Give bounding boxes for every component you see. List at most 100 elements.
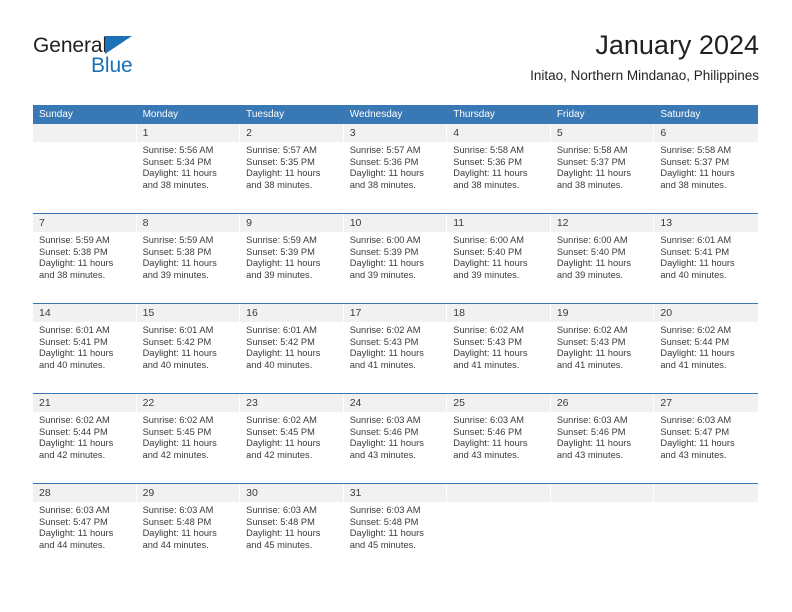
day-cell-7[interactable]: Sunrise: 5:59 AM Sunset: 5:38 PM Daylight:… <box>33 232 137 303</box>
day-info-line: Sunrise: 6:01 AM <box>246 325 317 335</box>
day-number-22[interactable]: 22 <box>136 394 241 412</box>
day-number-24[interactable]: 24 <box>343 394 448 412</box>
day-info-line: Sunrise: 5:58 AM <box>660 145 732 155</box>
day-detail-row: Sunrise: 6:02 AM Sunset: 5:44 PM Daylight:… <box>33 412 758 483</box>
day-info-line: and 43 minutes. <box>453 449 520 460</box>
day-number-15[interactable]: 15 <box>136 304 241 322</box>
day-cell-3[interactable]: Sunrise: 5:57 AM Sunset: 5:36 PM Daylight:… <box>344 142 448 213</box>
day-number-21[interactable]: 21 <box>33 394 137 412</box>
day-detail-row: Sunrise: 5:59 AM Sunset: 5:38 PM Daylight:… <box>33 232 758 303</box>
day-cell-13[interactable]: Sunrise: 6:01 AM Sunset: 5:41 PM Daylight:… <box>654 232 758 303</box>
day-cell-1[interactable]: Sunrise: 5:56 AM Sunset: 5:34 PM Daylight:… <box>137 142 241 213</box>
title-block: January 2024 Initao, Northern Mindanao, … <box>530 28 759 85</box>
day-number-26[interactable]: 26 <box>550 394 655 412</box>
day-info-line: Sunset: 5:39 PM <box>349 246 419 257</box>
calendar-week-row: 28 29 30 31 Sunrise: 6:03 AM Sunset: 5:47 PM D… <box>33 483 758 573</box>
day-number-9[interactable]: 9 <box>240 214 344 232</box>
day-number-29[interactable]: 29 <box>136 484 241 502</box>
day-number-1[interactable]: 1 <box>136 124 241 142</box>
day-cell-30[interactable]: Sunrise: 6:03 AM Sunset: 5:48 PM Daylight:… <box>240 502 344 573</box>
day-number-row: 21 22 23 24 25 26 27 <box>33 394 758 412</box>
day-number-17[interactable]: 17 <box>343 304 448 322</box>
day-info-line: Daylight: 11 hours <box>39 258 114 269</box>
calendar-weeks: 1 2 3 4 5 6 Sunrise: 5:56 AM Sunset: 5:34 PM Day… <box>33 124 758 573</box>
day-cell-28[interactable]: Sunrise: 6:03 AM Sunset: 5:47 PM Daylight:… <box>33 502 137 573</box>
day-number-14[interactable]: 14 <box>33 304 137 322</box>
day-number-6[interactable]: 6 <box>654 124 758 142</box>
day-cell-2[interactable]: Sunrise: 5:57 AM Sunset: 5:35 PM Daylight:… <box>240 142 344 213</box>
day-info-line: Daylight: 11 hours <box>453 168 528 179</box>
day-number-16[interactable]: 16 <box>240 304 344 322</box>
day-number-19[interactable]: 19 <box>550 304 655 322</box>
day-info-line: Sunrise: 6:02 AM <box>349 325 421 335</box>
day-cell-29[interactable]: Sunrise: 6:03 AM Sunset: 5:48 PM Daylight:… <box>137 502 241 573</box>
day-cell-9[interactable]: Sunrise: 5:59 AM Sunset: 5:39 PM Daylight:… <box>240 232 344 303</box>
day-number-27[interactable]: 27 <box>654 394 758 412</box>
day-number-3[interactable]: 3 <box>343 124 448 142</box>
day-number-25[interactable]: 25 <box>447 394 551 412</box>
day-number-8[interactable]: 8 <box>136 214 241 232</box>
day-cell-6[interactable]: Sunrise: 5:58 AM Sunset: 5:37 PM Daylight:… <box>654 142 758 213</box>
day-number-18[interactable]: 18 <box>447 304 551 322</box>
day-cell-15[interactable]: Sunrise: 6:01 AM Sunset: 5:42 PM Daylight:… <box>137 322 241 393</box>
day-info-line: Daylight: 11 hours <box>142 438 217 449</box>
day-info-line: Sunrise: 6:02 AM <box>142 415 214 425</box>
day-number-11[interactable]: 11 <box>447 214 551 232</box>
day-info-line: Daylight: 11 hours <box>246 258 321 269</box>
logo[interactable]: General Blue <box>33 34 213 86</box>
day-info-line: and 41 minutes. <box>556 359 623 370</box>
day-number-row: 28 29 30 31 <box>33 484 758 502</box>
day-number-7[interactable]: 7 <box>33 214 137 232</box>
day-info-line: Daylight: 11 hours <box>660 168 735 179</box>
day-number-10[interactable]: 10 <box>343 214 448 232</box>
day-number-empty <box>654 484 758 502</box>
day-cell-18[interactable]: Sunrise: 6:02 AM Sunset: 5:43 PM Daylight:… <box>447 322 551 393</box>
day-number-20[interactable]: 20 <box>654 304 758 322</box>
day-info-line: Sunset: 5:38 PM <box>39 246 108 257</box>
day-number-31[interactable]: 31 <box>343 484 448 502</box>
day-number-empty <box>33 124 137 142</box>
day-info-line: Sunset: 5:35 PM <box>246 156 315 167</box>
day-info-line: Sunset: 5:39 PM <box>246 246 315 257</box>
day-cell-10[interactable]: Sunrise: 6:00 AM Sunset: 5:39 PM Daylight:… <box>344 232 448 303</box>
day-cell-24[interactable]: Sunrise: 6:03 AM Sunset: 5:46 PM Daylight:… <box>344 412 448 483</box>
day-info-line: Daylight: 11 hours <box>246 528 321 539</box>
day-info-line: Sunrise: 5:58 AM <box>453 145 525 155</box>
day-cell-14[interactable]: Sunrise: 6:01 AM Sunset: 5:41 PM Daylight:… <box>33 322 137 393</box>
page-title: January 2024 <box>595 30 759 60</box>
day-cell-27[interactable]: Sunrise: 6:03 AM Sunset: 5:47 PM Daylight:… <box>654 412 758 483</box>
day-cell-26[interactable]: Sunrise: 6:03 AM Sunset: 5:46 PM Daylight:… <box>551 412 655 483</box>
day-cell-20[interactable]: Sunrise: 6:02 AM Sunset: 5:44 PM Daylight:… <box>654 322 758 393</box>
day-info-line: and 38 minutes. <box>660 179 727 190</box>
day-cell-4[interactable]: Sunrise: 5:58 AM Sunset: 5:36 PM Daylight:… <box>447 142 551 213</box>
day-cell-25[interactable]: Sunrise: 6:03 AM Sunset: 5:46 PM Daylight:… <box>447 412 551 483</box>
weekday-header-row: Sunday Monday Tuesday Wednesday Thursday Frid… <box>33 105 758 124</box>
day-cell-11[interactable]: Sunrise: 6:00 AM Sunset: 5:40 PM Daylight:… <box>447 232 551 303</box>
day-cell-22[interactable]: Sunrise: 6:02 AM Sunset: 5:45 PM Daylight:… <box>137 412 241 483</box>
day-number-13[interactable]: 13 <box>654 214 758 232</box>
day-info-line: Sunrise: 6:03 AM <box>556 415 628 425</box>
day-info-line: Sunset: 5:44 PM <box>39 426 108 437</box>
day-number-28[interactable]: 28 <box>33 484 137 502</box>
day-cell-31[interactable]: Sunrise: 6:03 AM Sunset: 5:48 PM Daylight:… <box>344 502 448 573</box>
day-info-line: Sunset: 5:46 PM <box>349 426 419 437</box>
day-cell-12[interactable]: Sunrise: 6:00 AM Sunset: 5:40 PM Daylight:… <box>551 232 655 303</box>
day-cell-17[interactable]: Sunrise: 6:02 AM Sunset: 5:43 PM Daylight:… <box>344 322 448 393</box>
day-cell-19[interactable]: Sunrise: 6:02 AM Sunset: 5:43 PM Daylight:… <box>551 322 655 393</box>
day-cell-5[interactable]: Sunrise: 5:58 AM Sunset: 5:37 PM Daylight:… <box>551 142 655 213</box>
day-info-line: Sunset: 5:40 PM <box>556 246 626 257</box>
day-info-line: Sunset: 5:43 PM <box>556 336 626 347</box>
day-detail-row: Sunrise: 5:56 AM Sunset: 5:34 PM Daylight:… <box>33 142 758 213</box>
day-info-line: Daylight: 11 hours <box>349 438 424 449</box>
day-cell-16[interactable]: Sunrise: 6:01 AM Sunset: 5:42 PM Daylight:… <box>240 322 344 393</box>
day-info-line: Sunrise: 6:00 AM <box>556 235 628 245</box>
day-cell-23[interactable]: Sunrise: 6:02 AM Sunset: 5:45 PM Daylight:… <box>240 412 344 483</box>
day-number-4[interactable]: 4 <box>447 124 551 142</box>
day-cell-21[interactable]: Sunrise: 6:02 AM Sunset: 5:44 PM Daylight:… <box>33 412 137 483</box>
day-cell-8[interactable]: Sunrise: 5:59 AM Sunset: 5:38 PM Daylight:… <box>137 232 241 303</box>
day-number-5[interactable]: 5 <box>550 124 655 142</box>
day-number-30[interactable]: 30 <box>240 484 344 502</box>
day-number-2[interactable]: 2 <box>240 124 344 142</box>
day-number-12[interactable]: 12 <box>550 214 655 232</box>
day-number-23[interactable]: 23 <box>240 394 344 412</box>
